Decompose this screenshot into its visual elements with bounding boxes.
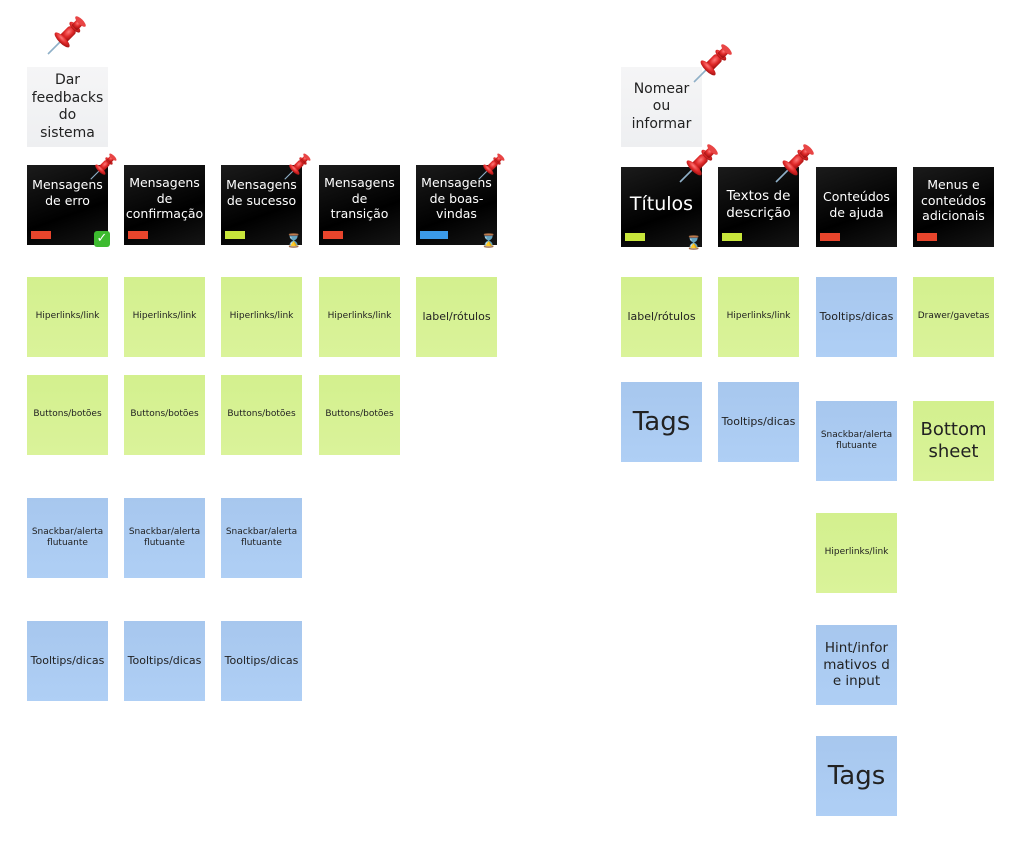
sticky-note[interactable]: Buttons/botões — [319, 375, 400, 455]
note-text: Hiperlinks/link — [824, 547, 889, 558]
pushpin-icon — [690, 42, 734, 86]
sticky-note[interactable]: Snackbar/alerta flutuante — [27, 498, 108, 578]
category-note[interactable]: Mensagens de transição — [319, 165, 400, 245]
sticky-note[interactable]: Tags — [621, 382, 702, 462]
color-tag-red — [323, 231, 343, 239]
color-tag-green — [225, 231, 245, 239]
note-text: Drawer/gavetas — [917, 311, 990, 322]
color-tag-red — [31, 231, 51, 239]
sticky-note[interactable]: Hiperlinks/link — [816, 513, 897, 593]
sticky-note[interactable]: Tags — [816, 736, 897, 816]
pushpin-icon — [44, 14, 88, 58]
color-tag-red — [820, 233, 840, 241]
sticky-note[interactable]: Tooltips/dicas — [718, 382, 799, 462]
check-icon: ✓ — [94, 231, 110, 247]
note-text: Snackbar/alerta flutuante — [225, 526, 298, 548]
note-text: Tags — [632, 406, 691, 437]
category-note[interactable]: Mensagens de confirmação — [124, 165, 205, 245]
hourglass-icon: ⌛ — [685, 236, 702, 251]
sticky-note[interactable]: Tooltips/dicas — [221, 621, 302, 701]
note-text: Bottom sheet — [920, 418, 987, 463]
pushpin-icon — [88, 152, 118, 182]
note-text: Hint/informativos de input — [823, 639, 890, 690]
note-text: Buttons/botões — [33, 409, 102, 420]
category-label: Mensagens de transição — [324, 175, 395, 222]
note-text: Hiperlinks/link — [132, 311, 197, 322]
sticky-note[interactable]: Tooltips/dicas — [124, 621, 205, 701]
note-text: Snackbar/alerta flutuante — [820, 429, 893, 451]
note-text: Hiperlinks/link — [35, 311, 100, 322]
hourglass-icon: ⌛ — [285, 234, 302, 249]
hourglass-icon: ⌛ — [480, 234, 497, 249]
sticky-note[interactable]: Tooltips/dicas — [816, 277, 897, 357]
sticky-note[interactable]: Hiperlinks/link — [221, 277, 302, 357]
note-text: Buttons/botões — [325, 409, 394, 420]
color-tag-green — [625, 233, 645, 241]
sticky-note[interactable]: Hiperlinks/link — [27, 277, 108, 357]
note-text: Tooltips/dicas — [819, 310, 894, 324]
category-note[interactable]: Menus e conteúdos adicionais — [913, 167, 994, 247]
note-text: Buttons/botões — [227, 409, 296, 420]
note-text: label/rótulos — [422, 310, 491, 324]
note-text: Snackbar/alerta flutuante — [128, 526, 201, 548]
note-text: label/rótulos — [627, 310, 696, 324]
color-tag-blue — [420, 231, 448, 239]
sticky-note[interactable]: label/rótulos — [621, 277, 702, 357]
sticky-note[interactable]: Snackbar/alerta flutuante — [221, 498, 302, 578]
note-text: Hiperlinks/link — [726, 311, 791, 322]
sticky-note[interactable]: Snackbar/alerta flutuante — [124, 498, 205, 578]
category-label: Textos de descrição — [726, 188, 791, 221]
sticky-note[interactable]: Buttons/botões — [27, 375, 108, 455]
sticky-note[interactable]: Bottom sheet — [913, 401, 994, 481]
group-title: Nomear ou informar — [631, 80, 692, 132]
category-label: Menus e conteúdos adicionais — [920, 177, 987, 224]
note-text: Tooltips/dicas — [224, 654, 299, 668]
note-text: Hiperlinks/link — [229, 311, 294, 322]
note-text: Hiperlinks/link — [327, 311, 392, 322]
note-text: Snackbar/alerta flutuante — [31, 526, 104, 548]
note-text: Buttons/botões — [130, 409, 199, 420]
color-tag-red — [917, 233, 937, 241]
pushpin-icon — [772, 142, 816, 186]
color-tag-red — [128, 231, 148, 239]
sticky-note[interactable]: Buttons/botões — [124, 375, 205, 455]
note-text: Tooltips/dicas — [721, 415, 796, 429]
color-tag-green — [722, 233, 742, 241]
sticky-note[interactable]: Hiperlinks/link — [718, 277, 799, 357]
pushpin-icon — [676, 142, 720, 186]
category-note[interactable]: Conteúdos de ajuda — [816, 167, 897, 247]
category-label: Mensagens de confirmação — [125, 175, 204, 222]
category-label: Mensagens de boas-vindas — [421, 175, 492, 222]
pushpin-icon — [282, 152, 312, 182]
sticky-note[interactable]: Snackbar/alerta flutuante — [816, 401, 897, 481]
note-text: Tooltips/dicas — [30, 654, 105, 668]
category-label: Conteúdos de ajuda — [823, 189, 890, 220]
note-text: Tags — [827, 760, 886, 791]
category-label: Títulos — [629, 193, 694, 216]
sticky-note[interactable]: Buttons/botões — [221, 375, 302, 455]
sticky-note[interactable]: Hint/informativos de input — [816, 625, 897, 705]
group-title: Dar feedbacks do sistema — [31, 72, 104, 141]
sticky-note[interactable]: label/rótulos — [416, 277, 497, 357]
note-text: Tooltips/dicas — [127, 654, 202, 668]
sticky-note[interactable]: Hiperlinks/link — [124, 277, 205, 357]
pushpin-icon — [476, 152, 506, 182]
sticky-note[interactable]: Tooltips/dicas — [27, 621, 108, 701]
sticky-note[interactable]: Drawer/gavetas — [913, 277, 994, 357]
group-title-note[interactable]: Dar feedbacks do sistema — [27, 67, 108, 147]
sticky-note[interactable]: Hiperlinks/link — [319, 277, 400, 357]
